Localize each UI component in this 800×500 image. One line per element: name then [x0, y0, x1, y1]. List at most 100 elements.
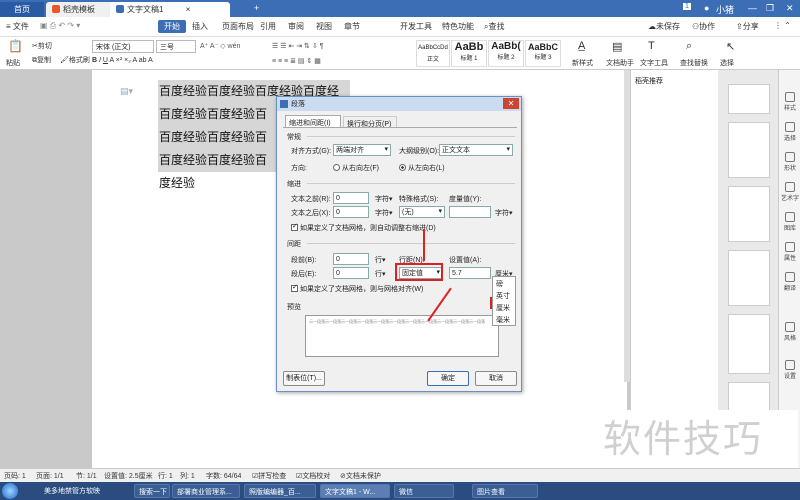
outline-level-select[interactable]: 正文文本	[439, 144, 513, 156]
space-after-unit[interactable]: 行▾	[375, 269, 386, 279]
paste-icon[interactable]: 📋	[8, 39, 23, 53]
grid-indent-checkbox[interactable]: 如果定义了文档网格，则自动调整右缩进(D)	[291, 222, 436, 233]
tabs-button[interactable]: 制表位(T)...	[283, 371, 325, 386]
sidebar-properties[interactable]: 属性	[779, 242, 800, 262]
before-text-unit[interactable]: 字符▾	[375, 194, 393, 204]
after-text-unit[interactable]: 字符▾	[375, 208, 393, 218]
ok-button[interactable]: 确定	[427, 371, 469, 386]
text-tools-icon[interactable]: T	[648, 40, 655, 52]
document-line-3[interactable]: 百度经验百度经验百度经验	[158, 126, 278, 167]
document-line-4[interactable]: 百度经验百度经验百度经验	[158, 149, 278, 190]
user-name[interactable]: 小猪	[716, 3, 734, 16]
paste-button[interactable]: 粘贴	[6, 58, 20, 68]
copy-button[interactable]: ⧉复制	[32, 55, 51, 65]
alignment-select[interactable]: 两端对齐	[333, 144, 391, 156]
collab-button[interactable]: ⚇协作	[692, 21, 715, 32]
menu-search[interactable]: ⌕查找	[484, 21, 504, 32]
document-line-2[interactable]: 百度经验百度经验百度经验	[158, 103, 278, 144]
font-name-select[interactable]: 宋体 (正文)	[92, 40, 154, 53]
new-style-button[interactable]: 新样式	[572, 58, 593, 68]
after-text-input[interactable]: 0	[333, 206, 369, 218]
taskbar-item[interactable]: 文字文稿1 - W...	[320, 484, 390, 498]
cut-button[interactable]: ✂剪切	[32, 41, 52, 51]
menu-review[interactable]: 审阅	[288, 21, 304, 32]
select-button[interactable]: 选择	[720, 58, 734, 68]
space-before-unit[interactable]: 行▾	[375, 255, 386, 265]
unit-dropdown-list[interactable]: 磅 英寸 厘米 毫米	[492, 276, 516, 326]
style-normal[interactable]: AaBbCcDd 正文	[416, 40, 450, 67]
align-icons[interactable]: ≡ ≡ ≡ ≣ ▤ ⇕ ▦	[272, 57, 321, 65]
tab-home[interactable]: 首页	[0, 2, 44, 17]
sidebar-style[interactable]: 样式	[779, 92, 800, 112]
text-tools-button[interactable]: 文字工具	[640, 58, 668, 68]
grid-align-checkbox[interactable]: 如果定义了文档网格，则与网格对齐(W)	[291, 283, 423, 294]
special-format-select[interactable]: (无)	[399, 206, 445, 218]
taskbar-item[interactable]: 微信	[394, 484, 454, 498]
menu-features[interactable]: 特色功能	[442, 21, 474, 32]
ltr-radio[interactable]: 从左向右(L)	[399, 163, 445, 173]
unsaved-button[interactable]: ☁未保存	[648, 21, 680, 32]
font-style-icons[interactable]: B I U A ×² ×₂ A ab A	[92, 57, 153, 64]
doc-helper-button[interactable]: 文档助手	[606, 58, 634, 68]
format-painter-button[interactable]: 🖌格式刷	[60, 55, 90, 65]
dialog-titlebar[interactable]: 段落 ✕	[277, 97, 521, 111]
style-heading1[interactable]: AaBb 标题 1	[451, 40, 487, 67]
font-grow-shrink-icons[interactable]: A⁺ A⁻ ◇ wén	[200, 42, 240, 50]
sidebar-translate[interactable]: 翻译	[779, 272, 800, 292]
setting-value-input[interactable]: 5.7	[449, 267, 491, 279]
sidebar-gallery[interactable]: 图库	[779, 212, 800, 232]
cancel-button[interactable]: 取消	[475, 371, 517, 386]
find-replace-icon[interactable]: ⌕	[686, 40, 692, 53]
unit-option-inch[interactable]: 英寸	[496, 291, 510, 301]
menu-start[interactable]: 开始	[158, 20, 186, 33]
sidebar-settings[interactable]: 设置	[779, 360, 800, 380]
quick-access-icons[interactable]: ▣ ⎙ ↶ ↷ ▾	[40, 21, 80, 31]
menu-view[interactable]: 视图	[316, 21, 332, 32]
start-button[interactable]	[2, 483, 18, 499]
more-icon[interactable]: ⋮ ⌃	[774, 21, 791, 30]
maximize-icon[interactable]: ❐	[766, 3, 774, 14]
space-before-input[interactable]: 0	[333, 253, 369, 265]
menu-devtools[interactable]: 开发工具	[400, 21, 432, 32]
space-after-input[interactable]: 0	[333, 267, 369, 279]
menu-insert[interactable]: 插入	[192, 21, 208, 32]
thumbnail[interactable]	[728, 314, 770, 374]
sidebar-theme[interactable]: 风格	[779, 322, 800, 342]
dialog-close-icon[interactable]: ✕	[503, 98, 519, 109]
thumbnail[interactable]	[728, 84, 770, 114]
new-tab-button[interactable]: +	[254, 3, 259, 13]
taskbar-item[interactable]: 部署商业管理系...	[172, 484, 240, 498]
doc-protect[interactable]: ⊘文档未保护	[340, 471, 381, 481]
thumbnail[interactable]	[728, 122, 770, 178]
style-heading2[interactable]: AaBb(标题 2	[488, 40, 524, 67]
new-style-icon[interactable]: A̲	[578, 40, 585, 52]
tab-document[interactable]: 文字文稿1 ×	[110, 2, 230, 17]
menu-layout[interactable]: 页面布局	[222, 21, 254, 32]
unit-option-cm[interactable]: 厘米	[496, 303, 510, 313]
taskbar-item[interactable]: 照版编编器_百...	[244, 484, 316, 498]
close-icon[interactable]: ✕	[786, 3, 794, 14]
style-heading3[interactable]: AaBbC 标题 3	[525, 40, 561, 67]
unit-option-mm[interactable]: 毫米	[496, 315, 510, 325]
notification-badge[interactable]: 1	[683, 3, 691, 10]
font-size-select[interactable]: 三号	[156, 40, 196, 53]
thumbnail[interactable]	[728, 186, 770, 242]
sidebar-wordart[interactable]: 艺术字	[779, 182, 800, 202]
taskbar-item[interactable]: 搜索一下	[134, 484, 170, 498]
select-icon[interactable]: ↖	[726, 40, 735, 53]
unit-option-pound[interactable]: 磅	[496, 279, 503, 289]
sidebar-shape[interactable]: 形状	[779, 152, 800, 172]
taskbar-item[interactable]: 图片查看	[472, 484, 538, 498]
before-text-input[interactable]: 0	[333, 192, 369, 204]
menu-chapter[interactable]: 章节	[344, 21, 360, 32]
rtl-radio[interactable]: 从右向左(F)	[333, 163, 379, 173]
avatar[interactable]: ●	[704, 3, 709, 13]
sidebar-select[interactable]: 选择	[779, 122, 800, 142]
menu-reference[interactable]: 引用	[260, 21, 276, 32]
share-button[interactable]: ⇪分享	[736, 21, 759, 32]
close-tab-icon[interactable]: ×	[186, 5, 191, 14]
measure-unit[interactable]: 字符▾	[495, 208, 513, 218]
thumbnail[interactable]	[728, 250, 770, 306]
find-replace-button[interactable]: 查找替换	[680, 58, 708, 68]
status-words[interactable]: 字数: 64/64	[206, 471, 241, 481]
